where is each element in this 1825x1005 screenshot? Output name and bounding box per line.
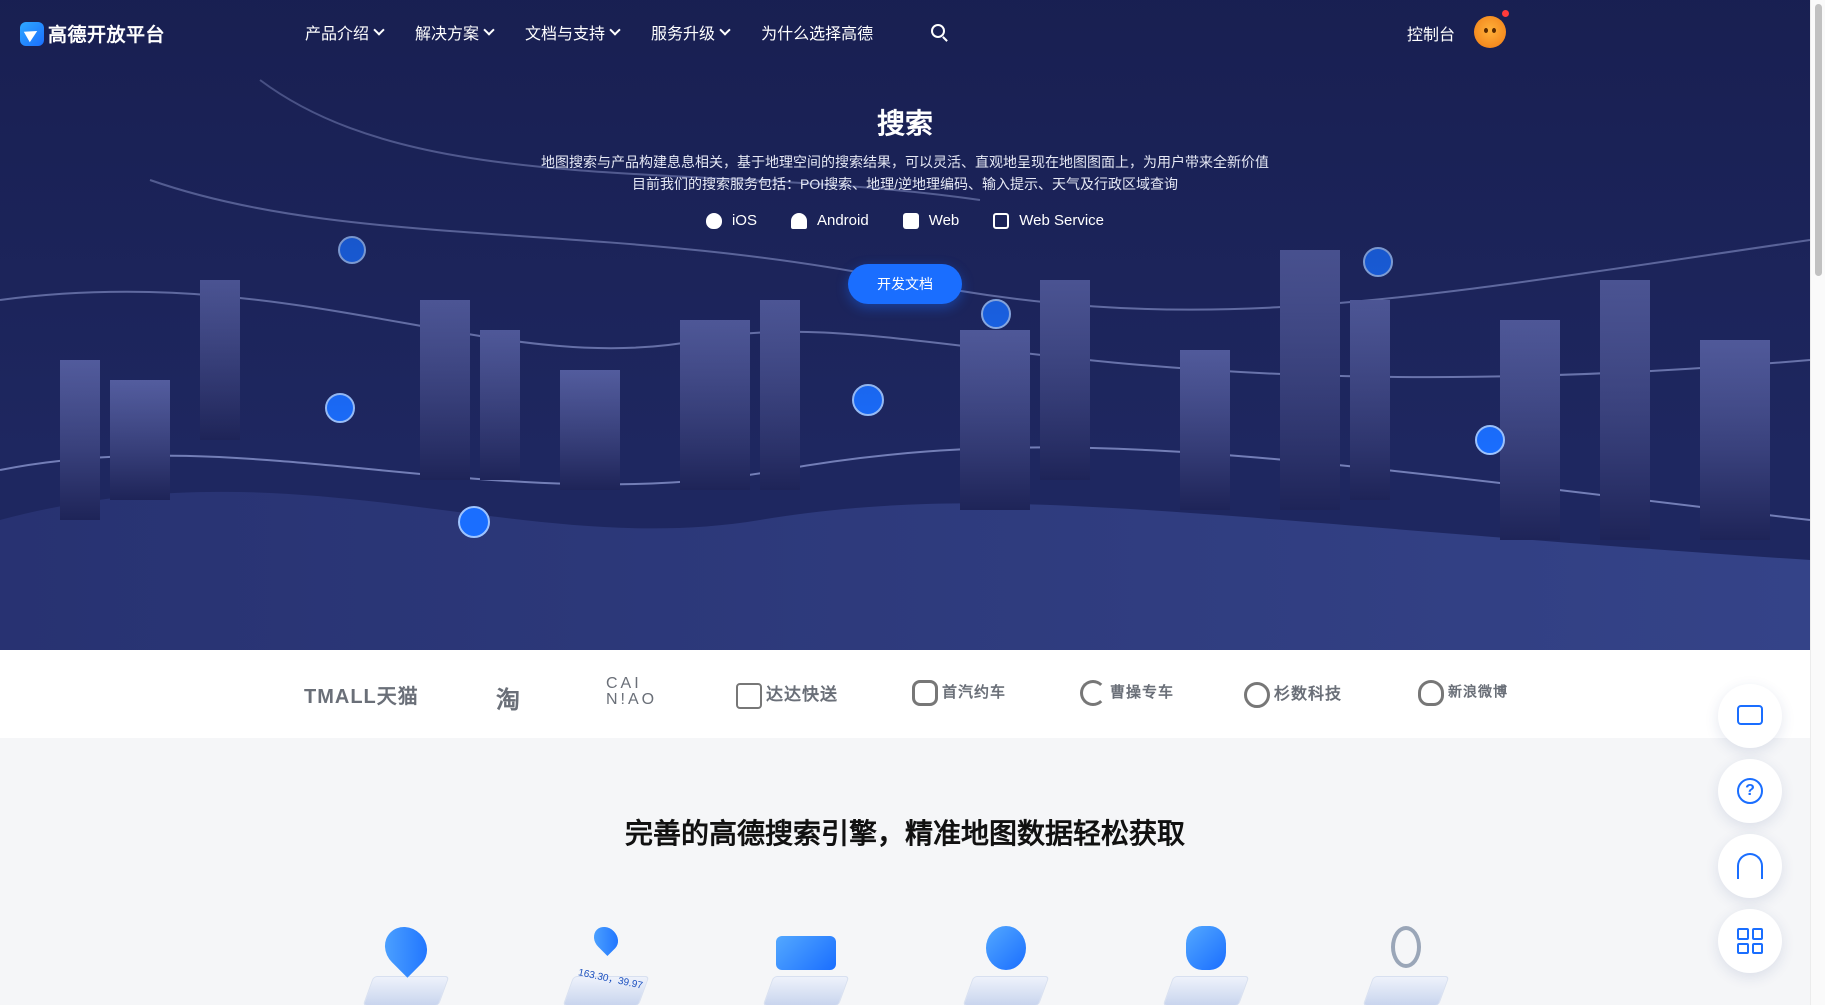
description-line: 地图搜索与产品构建息息相关，基于地理空间的搜索结果，可以灵活、直观地呈现在地图图…: [541, 154, 1269, 170]
search-icon[interactable]: [931, 24, 945, 38]
notification-dot: [1502, 10, 1509, 17]
monitor-icon: [1737, 705, 1763, 725]
nav-item-label: 为什么选择高德: [761, 26, 874, 43]
coordinate-pin-icon: 163.30，39.97: [562, 922, 650, 1005]
description-line: 目前我们的搜索服务包括：POI搜索、地理/逆地理编码、输入提示、天气及行政区域查…: [631, 176, 1178, 192]
platform-list: iOS Android Web Web Service: [0, 212, 1810, 229]
help-icon: ?: [1737, 778, 1763, 804]
nav-item-why[interactable]: 为什么选择高德: [761, 20, 873, 44]
apple-icon: [705, 212, 722, 229]
chevron-down-icon: [609, 24, 621, 36]
features-title: 完善的高德搜索引擎，精准地图数据轻松获取: [624, 818, 1185, 849]
top-nav: 高德开放平台 产品介绍 解决方案 文档与支持 服务升级 为什么选择高德 控制台: [0, 0, 1810, 64]
main-menu: 产品介绍 解决方案 文档与支持 服务升级 为什么选择高德: [305, 20, 873, 44]
platform-android[interactable]: Android: [790, 212, 869, 229]
dev-docs-button[interactable]: 开发文档: [848, 264, 962, 304]
customer-service-button[interactable]: [1718, 834, 1782, 898]
ring-icon: [1362, 922, 1450, 1005]
bus-icon: [762, 922, 850, 1005]
partner-logo-dada: 达达快送: [736, 680, 838, 709]
scrollbar[interactable]: [1810, 0, 1825, 1005]
chevron-down-icon: [373, 24, 385, 36]
platform-web-service[interactable]: Web Service: [993, 212, 1104, 229]
hero-banner: [0, 0, 1810, 650]
platform-ios[interactable]: iOS: [705, 212, 757, 229]
nav-item-label: 服务升级: [651, 26, 716, 43]
nav-item-label: 解决方案: [415, 26, 480, 43]
headset-icon: [1737, 853, 1763, 879]
nav-item-label: 产品介绍: [305, 26, 370, 43]
brand-logo[interactable]: 高德开放平台: [20, 20, 165, 47]
nav-item-label: 文档与支持: [525, 26, 606, 43]
hero-description: 地图搜索与产品构建息息相关，基于地理空间的搜索结果，可以灵活、直观地呈现在地图图…: [0, 151, 1810, 195]
console-link[interactable]: 控制台: [1407, 21, 1455, 45]
help-button[interactable]: ?: [1718, 759, 1782, 823]
android-icon: [790, 212, 807, 229]
partner-logo-shanshu: 杉数科技: [1244, 680, 1342, 708]
partner-logo-weibo: 新浪微博: [1418, 680, 1508, 706]
qrcode-button[interactable]: [1718, 909, 1782, 973]
partner-logo-tmall: TMALL天猫: [304, 686, 419, 708]
nav-item-docs[interactable]: 文档与支持: [525, 20, 621, 44]
partner-logo-taobao: 淘: [496, 687, 521, 714]
chevron-down-icon: [719, 24, 731, 36]
nav-item-products[interactable]: 产品介绍: [305, 20, 385, 44]
qrcode-icon: [1737, 928, 1763, 954]
page-title: 搜索: [876, 108, 933, 139]
brand-name: 高德开放平台: [48, 25, 166, 46]
nav-item-solutions[interactable]: 解决方案: [415, 20, 495, 44]
partner-logo-caocao: 曹操专车: [1080, 680, 1174, 706]
code-window-icon: [993, 212, 1010, 229]
nav-item-upgrade[interactable]: 服务升级: [651, 20, 731, 44]
ip-cloud-icon: [1162, 922, 1250, 1005]
amap-logo-icon: [20, 21, 44, 46]
partner-logo-shouqi: 首汽约车: [912, 680, 1006, 706]
partner-logo-cainiao: CAI N!AO: [606, 675, 658, 708]
monitor-icon: [902, 212, 919, 229]
scrollbar-thumb[interactable]: [1815, 4, 1822, 276]
store-pin-icon: [362, 918, 450, 1005]
platform-web[interactable]: Web: [902, 212, 959, 229]
avatar[interactable]: [1474, 10, 1509, 48]
monitor-button[interactable]: [1718, 684, 1782, 748]
chevron-down-icon: [483, 24, 495, 36]
globe-icon: [962, 922, 1050, 1005]
partner-logos: TMALL天猫 淘 CAI N!AO 达达快送 首汽约车 曹操专车 杉数科技 新…: [0, 650, 1810, 738]
